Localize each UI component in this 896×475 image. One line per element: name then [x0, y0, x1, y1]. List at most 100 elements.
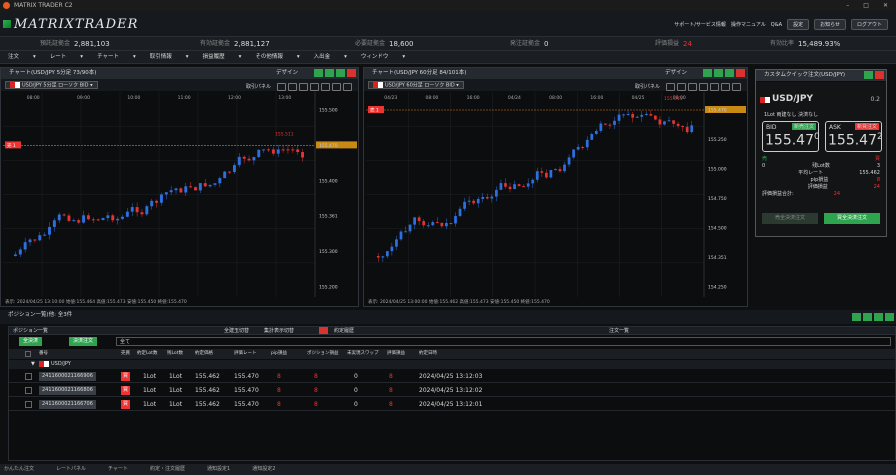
- select-all-checkbox[interactable]: [25, 351, 31, 357]
- bid-order-button[interactable]: BID 新売注文 155.470: [762, 121, 820, 152]
- candle-body: [57, 214, 61, 221]
- tab-notify2[interactable]: 通知設定2: [252, 464, 275, 475]
- close-all-button[interactable]: 全決済: [19, 337, 43, 346]
- time-tick-label: 16:00: [590, 95, 603, 101]
- row-checkbox[interactable]: [25, 401, 32, 408]
- pen-icon[interactable]: [721, 83, 730, 91]
- tab-chart[interactable]: チャート: [108, 464, 128, 475]
- chart1-close-icon[interactable]: [347, 69, 356, 77]
- all-position-toggle[interactable]: 全建玉切替: [224, 327, 249, 335]
- row-checkbox[interactable]: [25, 387, 32, 394]
- candle-body: [531, 179, 535, 184]
- candle-body: [179, 188, 183, 193]
- logout-button[interactable]: ログアウト: [850, 19, 888, 30]
- tab-notify1[interactable]: 通知設定1: [207, 464, 230, 475]
- price-tick-label: 154.750: [708, 196, 727, 202]
- faq-link[interactable]: Q&A: [771, 22, 782, 28]
- chart1-maximize-icon[interactable]: [336, 69, 345, 77]
- menu-chart[interactable]: チャート: [97, 51, 119, 63]
- chart2-design-link[interactable]: デザイン: [665, 68, 687, 79]
- zoom-in-icon[interactable]: [688, 83, 697, 91]
- close-order-button[interactable]: 決済注文: [69, 337, 98, 346]
- candle-body: [237, 156, 241, 166]
- notice-button[interactable]: お知らせ: [814, 19, 846, 30]
- pos-restore-icon[interactable]: [885, 313, 894, 321]
- buy-close-all-button[interactable]: 買全決済注文: [824, 213, 880, 224]
- settings-button[interactable]: 設定: [787, 19, 810, 30]
- zoom-in-icon[interactable]: [299, 83, 308, 91]
- table-row[interactable]: 2411600021166806 買 1Lot 1Lot 155.462 155.470 8…: [9, 384, 895, 397]
- quick-settings-icon[interactable]: [864, 71, 873, 79]
- time-tick-label: 08:00: [425, 95, 438, 101]
- clear-icon[interactable]: [319, 327, 328, 334]
- menu-deposit[interactable]: 入出金: [314, 51, 331, 63]
- menu-rate[interactable]: レート: [50, 51, 67, 63]
- menu-icon[interactable]: [277, 83, 286, 91]
- candle-body: [567, 157, 571, 165]
- chart1-plot[interactable]: 08:00 09:00 10:00 11:00 12:00 13:00 155.500 155…: [3, 92, 357, 297]
- tab-order-list[interactable]: 注文一覧: [609, 327, 629, 335]
- candle-body: [481, 196, 485, 199]
- candle-body: [376, 256, 380, 258]
- pos-minimize-icon[interactable]: [863, 313, 872, 321]
- crosshair-icon[interactable]: [677, 83, 686, 91]
- chart2-close-icon[interactable]: [736, 69, 745, 77]
- time-tick-label: 09:00: [77, 95, 90, 101]
- chart1-minimize-icon[interactable]: [325, 69, 334, 77]
- chart2-settings-icon[interactable]: [703, 69, 712, 77]
- zoom-out-icon[interactable]: [699, 83, 708, 91]
- minimize-icon[interactable]: –: [846, 0, 849, 11]
- menu-trade-info[interactable]: 取引情報: [150, 51, 172, 63]
- pen-icon[interactable]: [332, 83, 341, 91]
- candle-body: [563, 164, 566, 172]
- table-row[interactable]: 2411600021166906 買 1Lot 1Lot 155.462 155.470 8…: [9, 370, 895, 383]
- tab-easy-order[interactable]: かんたん注文: [4, 464, 34, 475]
- maximize-icon[interactable]: □: [863, 0, 869, 11]
- chart-window-60min: チャート(USD/JPY 60分足 84/101本) デザイン USD/JPY …: [363, 67, 748, 307]
- candle-body: [169, 190, 173, 193]
- sell-close-all-button[interactable]: 売全決済注文: [762, 213, 818, 224]
- close-icon[interactable]: ✕: [883, 0, 888, 11]
- support-link[interactable]: サポート/サービス情報: [674, 21, 726, 28]
- chart1-symbol-select[interactable]: USD/JPY 5分足 ローソク BID ▾: [5, 81, 98, 89]
- tab-execution-history[interactable]: 約定履歴: [334, 327, 354, 335]
- menu-window[interactable]: ウィンドウ: [361, 51, 389, 63]
- candle-body: [242, 156, 246, 159]
- candle-body: [145, 206, 149, 215]
- crosshair-icon[interactable]: [288, 83, 297, 91]
- manual-link[interactable]: 操作マニュアル: [731, 21, 766, 28]
- filter-select[interactable]: 全て: [116, 337, 891, 346]
- draw-icon[interactable]: [343, 83, 352, 91]
- chart1-settings-icon[interactable]: [314, 69, 323, 77]
- ask-order-button[interactable]: ASK 新買注文 155.472: [825, 121, 883, 152]
- candle-body: [164, 192, 168, 195]
- group-row[interactable]: ▼ USD/JPY: [9, 360, 895, 369]
- table-row[interactable]: 2411600021166706 買 1Lot 1Lot 155.462 155.470 8…: [9, 398, 895, 411]
- pos-settings-icon[interactable]: [852, 313, 861, 321]
- zoom-out-icon[interactable]: [310, 83, 319, 91]
- row-checkbox[interactable]: [25, 373, 32, 380]
- chart2-symbol-select[interactable]: USD/JPY 60分足 ローソク BID ▾: [368, 81, 464, 89]
- account-bar: 預託証拠金 2,881,103 有効証拠金 2,881,127 必要証拠金 18,60…: [0, 37, 896, 51]
- draw-icon[interactable]: [732, 83, 741, 91]
- chart1-design-link[interactable]: デザイン: [276, 68, 298, 79]
- menu-icon[interactable]: [666, 83, 675, 91]
- chart2-minimize-icon[interactable]: [714, 69, 723, 77]
- refresh-icon[interactable]: [321, 83, 330, 91]
- menu-other-info[interactable]: その他情報: [255, 51, 283, 63]
- quick-close-icon[interactable]: [875, 71, 884, 79]
- price-tick-label: 154.250: [708, 285, 727, 291]
- candle-body: [590, 134, 594, 140]
- summary-toggle[interactable]: 集計表示切替: [264, 327, 294, 335]
- menu-pl-history[interactable]: 損益履歴: [203, 51, 225, 63]
- pos-maximize-icon[interactable]: [874, 313, 883, 321]
- chart2-maximize-icon[interactable]: [725, 69, 734, 77]
- tab-rate-panel[interactable]: レートパネル: [56, 464, 86, 475]
- expand-icon[interactable]: ▼: [31, 360, 35, 369]
- menu-order[interactable]: 注文: [8, 51, 19, 63]
- refresh-icon[interactable]: [710, 83, 719, 91]
- chart2-plot[interactable]: 04/23 08:00 16:00 04/24 08:00 16:00 04/25 08:00…: [366, 92, 746, 297]
- candle-body: [599, 123, 603, 131]
- quick-lot[interactable]: 0.2: [870, 96, 880, 103]
- tab-history[interactable]: 約定・注文履歴: [150, 464, 185, 475]
